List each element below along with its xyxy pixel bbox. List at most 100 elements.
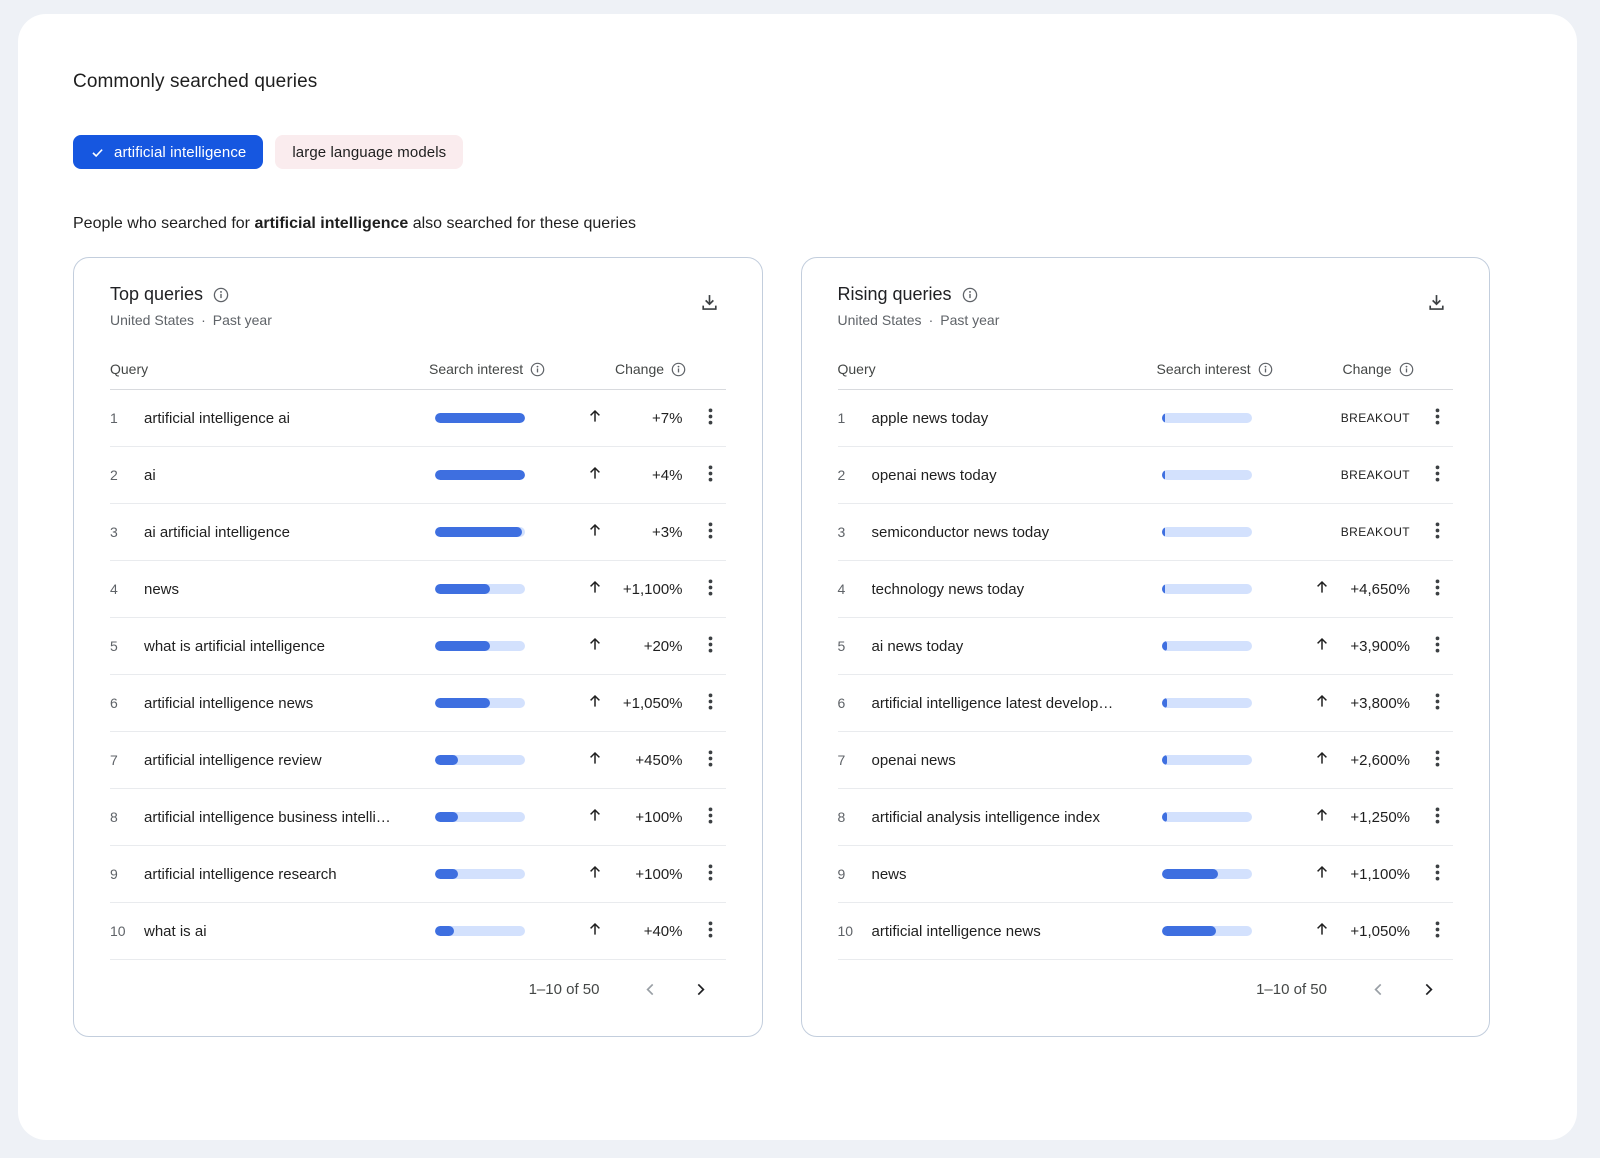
- query-link[interactable]: news: [872, 866, 1163, 883]
- card-region: United States: [110, 312, 194, 328]
- kebab-menu-button[interactable]: [683, 693, 726, 713]
- query-link[interactable]: artificial intelligence ai: [144, 410, 435, 427]
- table-row: 1apple news todayBREAKOUT: [838, 390, 1454, 447]
- query-link[interactable]: technology news today: [872, 581, 1163, 598]
- change-cell: +100%: [587, 807, 683, 828]
- change-value: BREAKOUT: [1341, 411, 1410, 425]
- query-link[interactable]: apple news today: [872, 410, 1163, 427]
- change-value: +100%: [635, 809, 682, 826]
- up-arrow-icon: [587, 807, 603, 828]
- kebab-menu-button[interactable]: [683, 864, 726, 884]
- change-value: +1,100%: [623, 581, 683, 598]
- table-row: 9artificial intelligence research+100%: [110, 846, 726, 903]
- row-rank: 3: [838, 524, 872, 540]
- next-page-button[interactable]: [676, 969, 726, 1009]
- change-cell: +40%: [587, 921, 683, 942]
- row-rank: 3: [110, 524, 144, 540]
- query-link[interactable]: what is ai: [144, 923, 435, 940]
- card-period: Past year: [213, 312, 272, 328]
- download-button[interactable]: [1420, 286, 1453, 322]
- info-icon[interactable]: [1258, 362, 1273, 377]
- kebab-icon: [1430, 864, 1445, 884]
- change-cell: +3%: [587, 522, 683, 543]
- kebab-menu-button[interactable]: [1410, 579, 1453, 599]
- row-rank: 7: [110, 752, 144, 768]
- kebab-menu-button[interactable]: [1410, 522, 1453, 542]
- change-cell: +100%: [587, 864, 683, 885]
- change-value: +7%: [652, 410, 682, 427]
- info-icon[interactable]: [962, 287, 978, 303]
- info-icon[interactable]: [1399, 362, 1414, 377]
- kebab-menu-button[interactable]: [1410, 807, 1453, 827]
- kebab-menu-button[interactable]: [1410, 465, 1453, 485]
- table-row: 3ai artificial intelligence +3%: [110, 504, 726, 561]
- card-header: Top queries United States · Past year: [110, 284, 726, 328]
- change-value: +450%: [635, 752, 682, 769]
- up-arrow-icon: [587, 465, 603, 486]
- kebab-menu-button[interactable]: [683, 807, 726, 827]
- prev-page-button[interactable]: [1353, 969, 1403, 1009]
- kebab-menu-button[interactable]: [1410, 408, 1453, 428]
- change-value: +1,100%: [1350, 866, 1410, 883]
- query-link[interactable]: artificial intelligence latest develop…: [872, 695, 1163, 712]
- card-period: Past year: [940, 312, 999, 328]
- rising-queries-card: Rising queries United States · Past year: [801, 257, 1491, 1037]
- change-value: +3%: [652, 524, 682, 541]
- table-header: Query Search interest Change: [110, 350, 726, 390]
- table-row: 8artificial intelligence business intell…: [110, 789, 726, 846]
- download-button[interactable]: [693, 286, 726, 322]
- row-rank: 8: [838, 809, 872, 825]
- info-icon[interactable]: [530, 362, 545, 377]
- info-icon[interactable]: [213, 287, 229, 303]
- search-interest-bar: [1162, 926, 1252, 936]
- chip-large-language-models[interactable]: large language models: [275, 135, 463, 169]
- change-value: +1,050%: [623, 695, 683, 712]
- kebab-menu-button[interactable]: [683, 522, 726, 542]
- query-link[interactable]: artificial analysis intelligence index: [872, 809, 1163, 826]
- kebab-menu-button[interactable]: [683, 921, 726, 941]
- prev-page-button[interactable]: [626, 969, 676, 1009]
- kebab-menu-button[interactable]: [1410, 864, 1453, 884]
- kebab-menu-button[interactable]: [683, 579, 726, 599]
- search-interest-bar: [435, 812, 525, 822]
- table-row: 5ai news today+3,900%: [838, 618, 1454, 675]
- kebab-menu-button[interactable]: [1410, 921, 1453, 941]
- change-cell: BREAKOUT: [1314, 411, 1410, 425]
- query-link[interactable]: artificial intelligence review: [144, 752, 435, 769]
- column-header-query: Query: [838, 361, 876, 377]
- kebab-menu-button[interactable]: [683, 750, 726, 770]
- query-link[interactable]: what is artificial intelligence: [144, 638, 435, 655]
- table-row: 4news+1,100%: [110, 561, 726, 618]
- kebab-menu-button[interactable]: [1410, 636, 1453, 656]
- row-rank: 5: [110, 638, 144, 654]
- query-link[interactable]: artificial intelligence news: [872, 923, 1163, 940]
- kebab-menu-button[interactable]: [683, 465, 726, 485]
- next-page-button[interactable]: [1403, 969, 1453, 1009]
- query-link[interactable]: artificial intelligence research: [144, 866, 435, 883]
- kebab-menu-button[interactable]: [683, 636, 726, 656]
- kebab-menu-button[interactable]: [683, 408, 726, 428]
- query-link[interactable]: ai artificial intelligence: [144, 524, 435, 541]
- query-link[interactable]: ai news today: [872, 638, 1163, 655]
- page-title: Commonly searched queries: [73, 71, 1490, 93]
- query-link[interactable]: news: [144, 581, 435, 598]
- kebab-icon: [1430, 408, 1445, 428]
- query-link[interactable]: semiconductor news today: [872, 524, 1163, 541]
- search-interest-bar: [435, 470, 525, 480]
- kebab-icon: [703, 807, 718, 827]
- table-row: 7openai news+2,600%: [838, 732, 1454, 789]
- query-link[interactable]: openai news: [872, 752, 1163, 769]
- query-link[interactable]: artificial intelligence news: [144, 695, 435, 712]
- pagination-label: 1–10 of 50: [1256, 981, 1327, 998]
- query-link[interactable]: ai: [144, 467, 435, 484]
- kebab-menu-button[interactable]: [1410, 750, 1453, 770]
- query-link[interactable]: openai news today: [872, 467, 1163, 484]
- info-icon[interactable]: [671, 362, 686, 377]
- separator-dot: ·: [929, 312, 934, 328]
- up-arrow-icon: [1314, 693, 1330, 714]
- change-cell: +3,800%: [1314, 693, 1410, 714]
- kebab-menu-button[interactable]: [1410, 693, 1453, 713]
- pagination: 1–10 of 50: [838, 960, 1454, 1022]
- query-link[interactable]: artificial intelligence business intelli…: [144, 809, 435, 826]
- chip-artificial-intelligence[interactable]: artificial intelligence: [73, 135, 263, 169]
